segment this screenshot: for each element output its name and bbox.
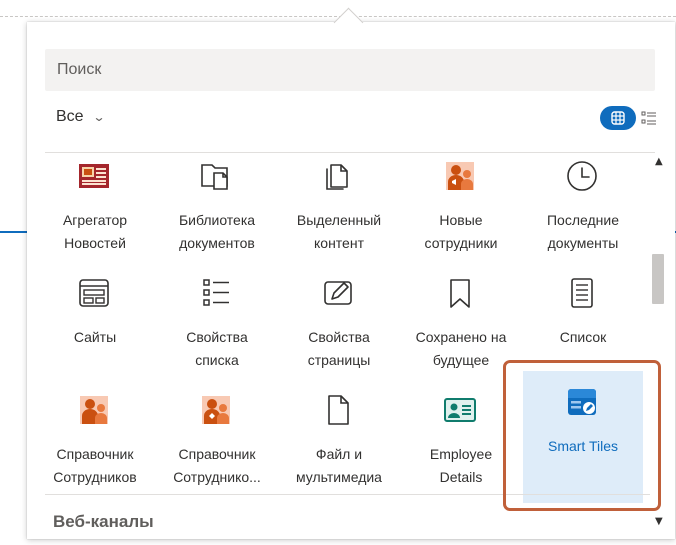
tile-label-line1: Агрегатор bbox=[62, 212, 128, 228]
page-properties-icon bbox=[324, 281, 352, 305]
tile-label-line2: документов bbox=[179, 235, 255, 251]
tile-file-media[interactable]: Файл и мультимедиа bbox=[279, 387, 399, 503]
scroll-up-arrow-icon[interactable]: ▲ bbox=[655, 156, 663, 167]
news-aggregator-icon bbox=[79, 164, 109, 188]
list-icon bbox=[571, 278, 593, 308]
grid-view-toggle[interactable] bbox=[600, 106, 636, 130]
tile-employee-directory-2[interactable]: Справочник Сотруднико... bbox=[157, 387, 277, 503]
tile-label-line1: Новые bbox=[439, 212, 483, 228]
employee-directory-2-icon bbox=[202, 396, 230, 424]
tile-label-line1: Файл и bbox=[315, 446, 363, 462]
tile-label-line2: Сотруднико... bbox=[173, 469, 261, 485]
tile-document-library[interactable]: Библиотека документов bbox=[157, 153, 277, 269]
tile-label-line2: списка bbox=[195, 352, 239, 368]
scroll-down-arrow-icon[interactable]: ▼ bbox=[655, 516, 663, 527]
tile-label-line1: Выделенный bbox=[296, 212, 382, 228]
tile-label-line2: Сотрудников bbox=[53, 469, 137, 485]
page-accent-line-left bbox=[0, 231, 27, 233]
grid-icon bbox=[611, 111, 625, 125]
tile-employee-directory[interactable]: Справочник Сотрудников bbox=[35, 387, 155, 503]
tile-label-line1: Сохранено на bbox=[415, 329, 507, 345]
highlighted-content-icon bbox=[326, 164, 348, 190]
sites-icon bbox=[79, 279, 109, 307]
tile-label-line1: Справочник bbox=[178, 446, 256, 462]
tile-list-properties[interactable]: Свойства списка bbox=[157, 270, 277, 386]
tile-label-line1: Последние bbox=[546, 212, 619, 228]
highlight-frame bbox=[503, 360, 661, 511]
tile-label-line2: Новостей bbox=[64, 235, 126, 251]
tile-page-properties[interactable]: Свойства страницы bbox=[279, 270, 399, 386]
tile-label-line2: контент bbox=[314, 235, 364, 251]
tile-news-aggregator[interactable]: Агрегатор Новостей bbox=[35, 153, 155, 269]
clock-icon bbox=[567, 161, 597, 191]
list-view-icon[interactable] bbox=[641, 110, 657, 126]
filter-label: Все bbox=[56, 108, 84, 125]
list-properties-icon bbox=[203, 279, 229, 306]
search-input[interactable] bbox=[45, 49, 655, 91]
employee-details-icon bbox=[444, 398, 476, 422]
tile-label-line1: Свойства bbox=[308, 329, 370, 345]
document-library-icon bbox=[201, 164, 228, 190]
tile-recent-documents[interactable]: Последние документы bbox=[523, 153, 643, 269]
tile-label-line1: Список bbox=[559, 329, 607, 345]
section-title: Веб-каналы bbox=[53, 512, 154, 531]
file-media-icon bbox=[328, 395, 349, 425]
scroll-thumb[interactable] bbox=[652, 254, 664, 304]
tile-label-line1: Свойства bbox=[186, 329, 248, 345]
tile-highlighted-content[interactable]: Выделенный контент bbox=[279, 153, 399, 269]
tile-label-line1: Сайты bbox=[73, 329, 117, 345]
filter-dropdown[interactable]: Все ⌄ bbox=[56, 108, 106, 126]
tile-new-employees[interactable]: Новые сотрудники bbox=[401, 153, 521, 269]
bookmark-icon bbox=[450, 279, 470, 308]
tile-sites[interactable]: Сайты bbox=[35, 270, 155, 386]
new-employees-icon bbox=[446, 162, 474, 190]
employee-directory-icon bbox=[80, 396, 108, 424]
tile-label-line2: документы bbox=[547, 235, 619, 251]
chevron-down-icon: ⌄ bbox=[92, 110, 106, 124]
tile-label-line1: Библиотека bbox=[178, 212, 256, 228]
tile-label-line2: мультимедиа bbox=[296, 469, 382, 485]
tile-label-line1: Справочник bbox=[56, 446, 134, 462]
tile-label-line2: сотрудники bbox=[424, 235, 498, 251]
tile-label-line2: страницы bbox=[307, 352, 371, 368]
